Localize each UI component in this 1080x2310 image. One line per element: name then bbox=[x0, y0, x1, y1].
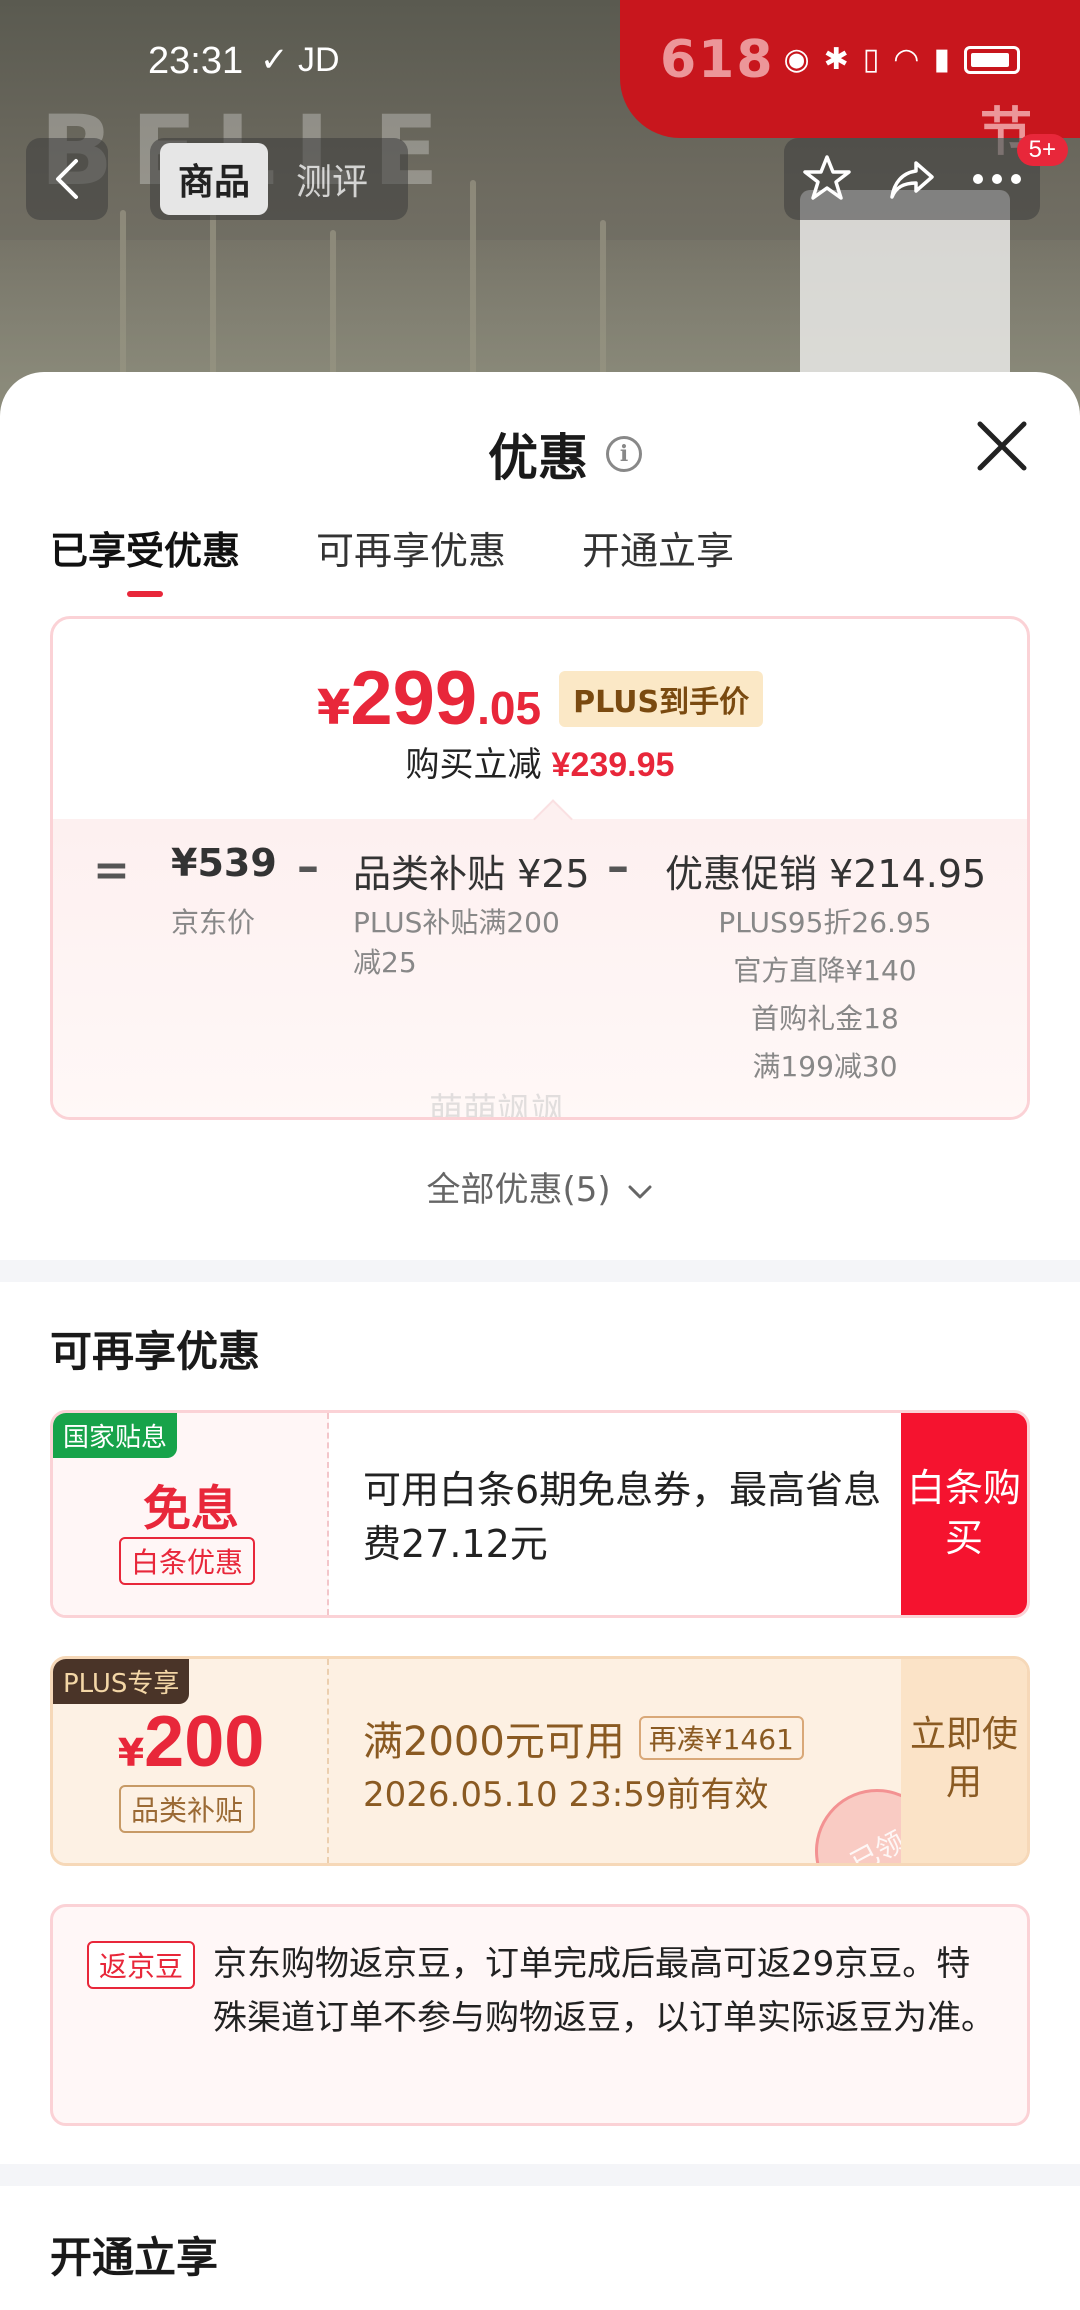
jingdou-rebate-card: 返京豆 京东购物返京豆，订单完成后最高可返29京豆。特殊渠道订单不参与购物返豆，… bbox=[50, 1904, 1030, 2126]
sheet-header: 优惠 i bbox=[0, 372, 1080, 492]
chevron-left-icon bbox=[56, 159, 78, 199]
section-divider bbox=[0, 1260, 1080, 1282]
category-subsidy-tag: 品类补贴 bbox=[119, 1785, 256, 1833]
plus-price-tag: PLUS到手价 bbox=[559, 670, 764, 727]
eye-icon: ◉ bbox=[783, 42, 810, 77]
jingdou-tag: 返京豆 bbox=[87, 1941, 196, 1989]
sheet-title: 优惠 bbox=[488, 429, 588, 487]
share-button[interactable] bbox=[882, 149, 942, 209]
coupon-left-panel: PLUS专享 ¥200 品类补贴 bbox=[53, 1659, 329, 1863]
promo-detail-1: PLUS95折26.95 bbox=[718, 906, 932, 939]
section-divider bbox=[0, 2164, 1080, 2186]
gov-subsidy-badge: 国家贴息 bbox=[53, 1413, 178, 1458]
discount-tabs: 已享受优惠 可再享优惠 开通立享 bbox=[50, 520, 734, 597]
section-title-open-now: 开通立享 bbox=[50, 2233, 219, 2282]
all-offers-link[interactable]: 全部优惠(5) bbox=[0, 1162, 1080, 1211]
coupon-currency: ¥ bbox=[117, 1731, 145, 1775]
all-offers-label: 全部优惠(5) bbox=[426, 1170, 611, 1210]
discount-sheet: 优惠 i 已享受优惠 可再享优惠 开通立享 ¥ 299.05 PLUS到手价 购… bbox=[0, 372, 1080, 2310]
promotion-details: PLUS95折26.95 官方直降¥140 首购礼金18 满199减30 bbox=[665, 899, 985, 1091]
minus-sign: – bbox=[607, 841, 629, 892]
status-carrier: ✓ JD bbox=[260, 40, 340, 80]
status-icons: ◉ ✱ ▯ ◠ ▮ bbox=[783, 42, 1020, 77]
tab-open-now[interactable]: 开通立享 bbox=[582, 520, 734, 597]
star-icon bbox=[802, 155, 851, 200]
signal-icon: ▮ bbox=[933, 42, 950, 77]
plus-subsidy-coupon: PLUS专享 ¥200 品类补贴 满2000元可用 再凑¥1461 2026.0… bbox=[50, 1656, 1030, 1866]
condition-text: 满2000元可用 bbox=[363, 1719, 625, 1765]
equals-sign: = bbox=[93, 845, 130, 896]
coupon-validity: 2026.05.10 23:59前有效 bbox=[363, 1775, 769, 1815]
baitiao-tag: 白条优惠 bbox=[119, 1537, 256, 1585]
vibrate-icon: ▯ bbox=[862, 42, 880, 77]
baitiao-buy-button[interactable]: 白条购买 bbox=[901, 1413, 1027, 1615]
wifi-icon: ◠ bbox=[893, 42, 920, 77]
favorite-button[interactable] bbox=[797, 149, 857, 209]
user-watermark: 萌萌飒飒 bbox=[429, 1091, 565, 1120]
promo-detail-4: 满199减30 bbox=[752, 1050, 898, 1083]
coupon-amount: ¥200 bbox=[53, 1701, 329, 1783]
jingdou-description: 京东购物返京豆，订单完成后最高可返29京豆。特殊渠道订单不参与购物返豆，以订单实… bbox=[213, 1944, 995, 2038]
section-title-more-offers: 可再享优惠 bbox=[50, 1327, 261, 1376]
chevron-down-icon bbox=[628, 1185, 652, 1199]
subsidy-detail-2: 减25 bbox=[353, 946, 417, 979]
instant-reduction: 购买立减 ¥239.95 bbox=[53, 737, 1027, 786]
final-price: ¥ 299.05 PLUS到手价 bbox=[53, 655, 1027, 742]
coupon-condition: 满2000元可用 再凑¥1461 bbox=[363, 1709, 804, 1767]
battery-icon bbox=[964, 45, 1020, 74]
share-icon bbox=[890, 161, 934, 199]
tab-product[interactable]: 商品 bbox=[160, 143, 269, 215]
close-icon bbox=[977, 421, 1027, 471]
product-nav-actions bbox=[784, 138, 1040, 220]
minus-sign: – bbox=[297, 841, 319, 892]
coupon-title: 免息 bbox=[142, 1481, 239, 1537]
bluetooth-icon: ✱ bbox=[823, 42, 849, 77]
more-dots-icon bbox=[973, 174, 1022, 184]
jd-price-label: 京东价 bbox=[171, 906, 256, 939]
price-formula: = ¥539 京东价 – 品类补贴 ¥25 PLUS补贴满200 减25 – 优… bbox=[53, 819, 1027, 1120]
back-button[interactable] bbox=[26, 138, 108, 220]
tab-more-offers[interactable]: 可再享优惠 bbox=[316, 520, 506, 597]
promo-detail-2: 官方直降¥140 bbox=[733, 954, 917, 987]
use-now-button[interactable]: 立即使用 bbox=[901, 1659, 1027, 1863]
tab-enjoyed[interactable]: 已享受优惠 bbox=[50, 520, 240, 597]
coupon-left-panel: 国家贴息 免息 白条优惠 bbox=[53, 1413, 329, 1615]
coupon-value: 200 bbox=[144, 1702, 265, 1782]
promo-detail-3: 首购礼金18 bbox=[751, 1002, 899, 1035]
price-decimal: .05 bbox=[477, 682, 542, 734]
reduce-value: ¥239.95 bbox=[551, 746, 675, 784]
price-integer: 299 bbox=[350, 656, 478, 741]
product-nav-tabs: 商品 测评 bbox=[150, 138, 408, 220]
status-bar: 23:31 ✓ JD ◉ ✱ ▯ ◠ ▮ bbox=[0, 30, 1080, 96]
status-carrier-label: JD bbox=[297, 41, 340, 79]
sheet-title-group: 优惠 i bbox=[488, 418, 642, 490]
message-count-badge: 5+ bbox=[1016, 134, 1068, 166]
reduce-label: 购买立减 bbox=[405, 745, 542, 785]
plus-exclusive-badge: PLUS专享 bbox=[53, 1659, 190, 1704]
category-subsidy-value: 品类补贴 ¥25 bbox=[353, 852, 590, 896]
jd-status-icon: ✓ bbox=[260, 41, 289, 79]
promotion-value: 优惠促销 ¥214.95 bbox=[665, 852, 987, 896]
installment-coupon: 国家贴息 免息 白条优惠 可用白条6期免息券，最高省息费27.12元 白条购买 bbox=[50, 1410, 1030, 1618]
tab-review[interactable]: 测评 bbox=[278, 143, 386, 215]
price-breakdown-card: ¥ 299.05 PLUS到手价 购买立减 ¥239.95 = ¥539 京东价 … bbox=[50, 616, 1030, 1120]
jd-price-value: ¥539 bbox=[171, 841, 277, 885]
info-icon[interactable]: i bbox=[606, 436, 642, 472]
price-currency: ¥ bbox=[316, 680, 351, 736]
add-more-pill[interactable]: 再凑¥1461 bbox=[638, 1716, 804, 1760]
final-price-area: ¥ 299.05 PLUS到手价 购买立减 ¥239.95 bbox=[53, 619, 1027, 819]
status-time: 23:31 bbox=[148, 40, 244, 82]
close-button[interactable] bbox=[974, 418, 1030, 474]
coupon-description: 可用白条6期免息券，最高省息费27.12元 bbox=[363, 1468, 882, 1566]
